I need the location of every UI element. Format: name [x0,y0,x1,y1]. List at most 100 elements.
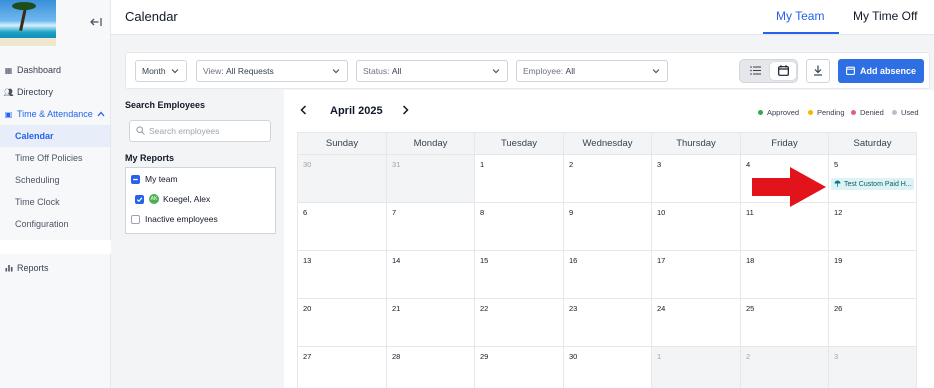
list-item-inactive-employees[interactable]: Inactive employees [131,214,218,224]
sidebar-item-label: Directory [17,87,54,97]
day-number: 25 [746,304,755,313]
sidebar-subitem-configuration[interactable]: Configuration [0,213,110,235]
employee-select[interactable]: Employee: All [516,60,668,82]
day-number: 31 [392,160,401,169]
unchecked-checkbox[interactable] [131,214,140,224]
calendar-day-cell[interactable]: 10 [651,203,740,251]
status-select[interactable]: Status: All [356,60,508,82]
legend-pending: Pending [808,108,845,117]
sidebar-subitem-time-off-policies[interactable]: Time Off Policies [0,147,110,169]
days-of-week-header: Sunday Monday Tuesday Wednesday Thursday Frid… [297,132,917,155]
calendar-day-cell[interactable]: 26 [828,299,917,347]
filter-bar: Month View: All Requests Status: All Emp… [125,52,930,89]
list-view-button[interactable] [742,62,768,80]
view-select[interactable]: View: All Requests [196,60,348,82]
page-title: Calendar [125,9,178,24]
calendar-day-cell[interactable]: 5 Test Custom Paid H... [828,155,917,203]
day-number: 27 [303,352,312,361]
sidebar-item-reports[interactable]: Reports [0,258,110,278]
calendar-day-cell[interactable]: 11 [740,203,828,251]
day-number: 12 [834,208,843,217]
calendar-day-cell[interactable]: 6 [297,203,386,251]
calendar-day-cell[interactable]: 1 [474,155,563,203]
absence-event[interactable]: Test Custom Paid H... [831,178,914,190]
add-absence-button[interactable]: Add absence [838,59,924,83]
list-item-my-team[interactable]: My team [131,174,178,184]
chevron-down-icon [332,67,340,76]
day-number: 18 [746,256,755,265]
collapse-sidebar-icon[interactable] [89,15,103,29]
used-dot [892,110,897,115]
calendar-day-cell[interactable]: 13 [297,251,386,299]
calendar-day-cell[interactable]: 16 [563,251,651,299]
calendar-day-cell[interactable]: 30 [563,347,651,388]
sidebar-item-dashboard[interactable]: ▦ Dashboard [0,60,110,80]
day-number: 2 [569,160,574,169]
list-item-label: Koegel, Alex [163,194,211,204]
calendar-day-cell[interactable]: 3 [651,155,740,203]
company-logo[interactable] [0,0,56,46]
day-number: 22 [480,304,489,313]
calendar-day-cell[interactable]: 2 [740,347,828,388]
calendar-day-cell[interactable]: 25 [740,299,828,347]
pending-dot [808,110,813,115]
next-month-button[interactable] [402,104,409,118]
calendar-week-row: 20 21 22 23 24 25 26 [297,299,917,347]
day-number: 30 [569,352,578,361]
calendar-day-cell[interactable]: 1 [651,347,740,388]
previous-month-button[interactable] [300,104,307,118]
calendar-day-cell[interactable]: 14 [386,251,474,299]
calendar-day-cell[interactable]: 3 [828,347,917,388]
period-select[interactable]: Month [135,60,187,82]
calendar-day-cell[interactable]: 27 [297,347,386,388]
calendar-view-button[interactable] [770,62,796,80]
sidebar-subitem-label: Time Clock [15,197,60,207]
sidebar-item-label: Reports [17,263,49,273]
view-toggle [739,59,798,83]
calendar-day-cell[interactable]: 19 [828,251,917,299]
view-select-value: All Requests [226,66,274,76]
calendar-day-cell[interactable]: 29 [474,347,563,388]
sidebar-subitem-label: Time Off Policies [15,153,83,163]
calendar-day-cell[interactable]: 9 [563,203,651,251]
indeterminate-checkbox[interactable] [131,174,140,184]
calendar-day-cell[interactable]: 18 [740,251,828,299]
calendar-day-cell[interactable]: 7 [386,203,474,251]
sidebar-subitem-scheduling[interactable]: Scheduling [0,169,110,191]
sidebar-item-time-attendance[interactable]: ▣ Time & Attendance [0,104,110,124]
list-item-employee[interactable]: AK Koegel, Alex [135,194,210,204]
calendar-day-cell[interactable]: 24 [651,299,740,347]
checked-checkbox[interactable] [135,194,144,204]
legend-label: Denied [860,108,884,117]
calendar-day-cell[interactable]: 31 [386,155,474,203]
calendar-day-cell[interactable]: 2 [563,155,651,203]
calendar-day-cell[interactable]: 20 [297,299,386,347]
month-label: April 2025 [330,105,383,117]
calendar-day-cell[interactable]: 23 [563,299,651,347]
calendar-day-cell[interactable]: 21 [386,299,474,347]
calendar-day-cell[interactable]: 8 [474,203,563,251]
calendar-day-cell[interactable]: 12 [828,203,917,251]
download-button[interactable] [806,59,830,83]
my-reports-title: My Reports [125,153,175,163]
logo-leaf [12,2,36,10]
approved-dot [758,110,763,115]
calendar-day-cell[interactable]: 15 [474,251,563,299]
chevron-down-icon [492,67,500,76]
logo-sand [0,38,56,46]
tab-my-time-off[interactable]: My Time Off [853,9,917,23]
dashboard-icon: ▦ [4,65,13,75]
tab-my-team[interactable]: My Team [776,9,824,23]
calendar-day-cell[interactable]: 30 [297,155,386,203]
sidebar-subitem-calendar[interactable]: Calendar [0,125,110,147]
sidebar-subitem-time-clock[interactable]: Time Clock [0,191,110,213]
search-employees-input[interactable]: Search employees [129,120,271,142]
sidebar-item-directory[interactable]: 👥︎ Directory [0,82,110,102]
day-number: 1 [657,352,662,361]
day-of-week-header: Tuesday [474,132,563,155]
calendar-day-cell[interactable]: 17 [651,251,740,299]
calendar-day-cell[interactable]: 28 [386,347,474,388]
day-of-week-header: Friday [740,132,828,155]
chevron-left-icon [300,104,307,118]
calendar-day-cell[interactable]: 22 [474,299,563,347]
